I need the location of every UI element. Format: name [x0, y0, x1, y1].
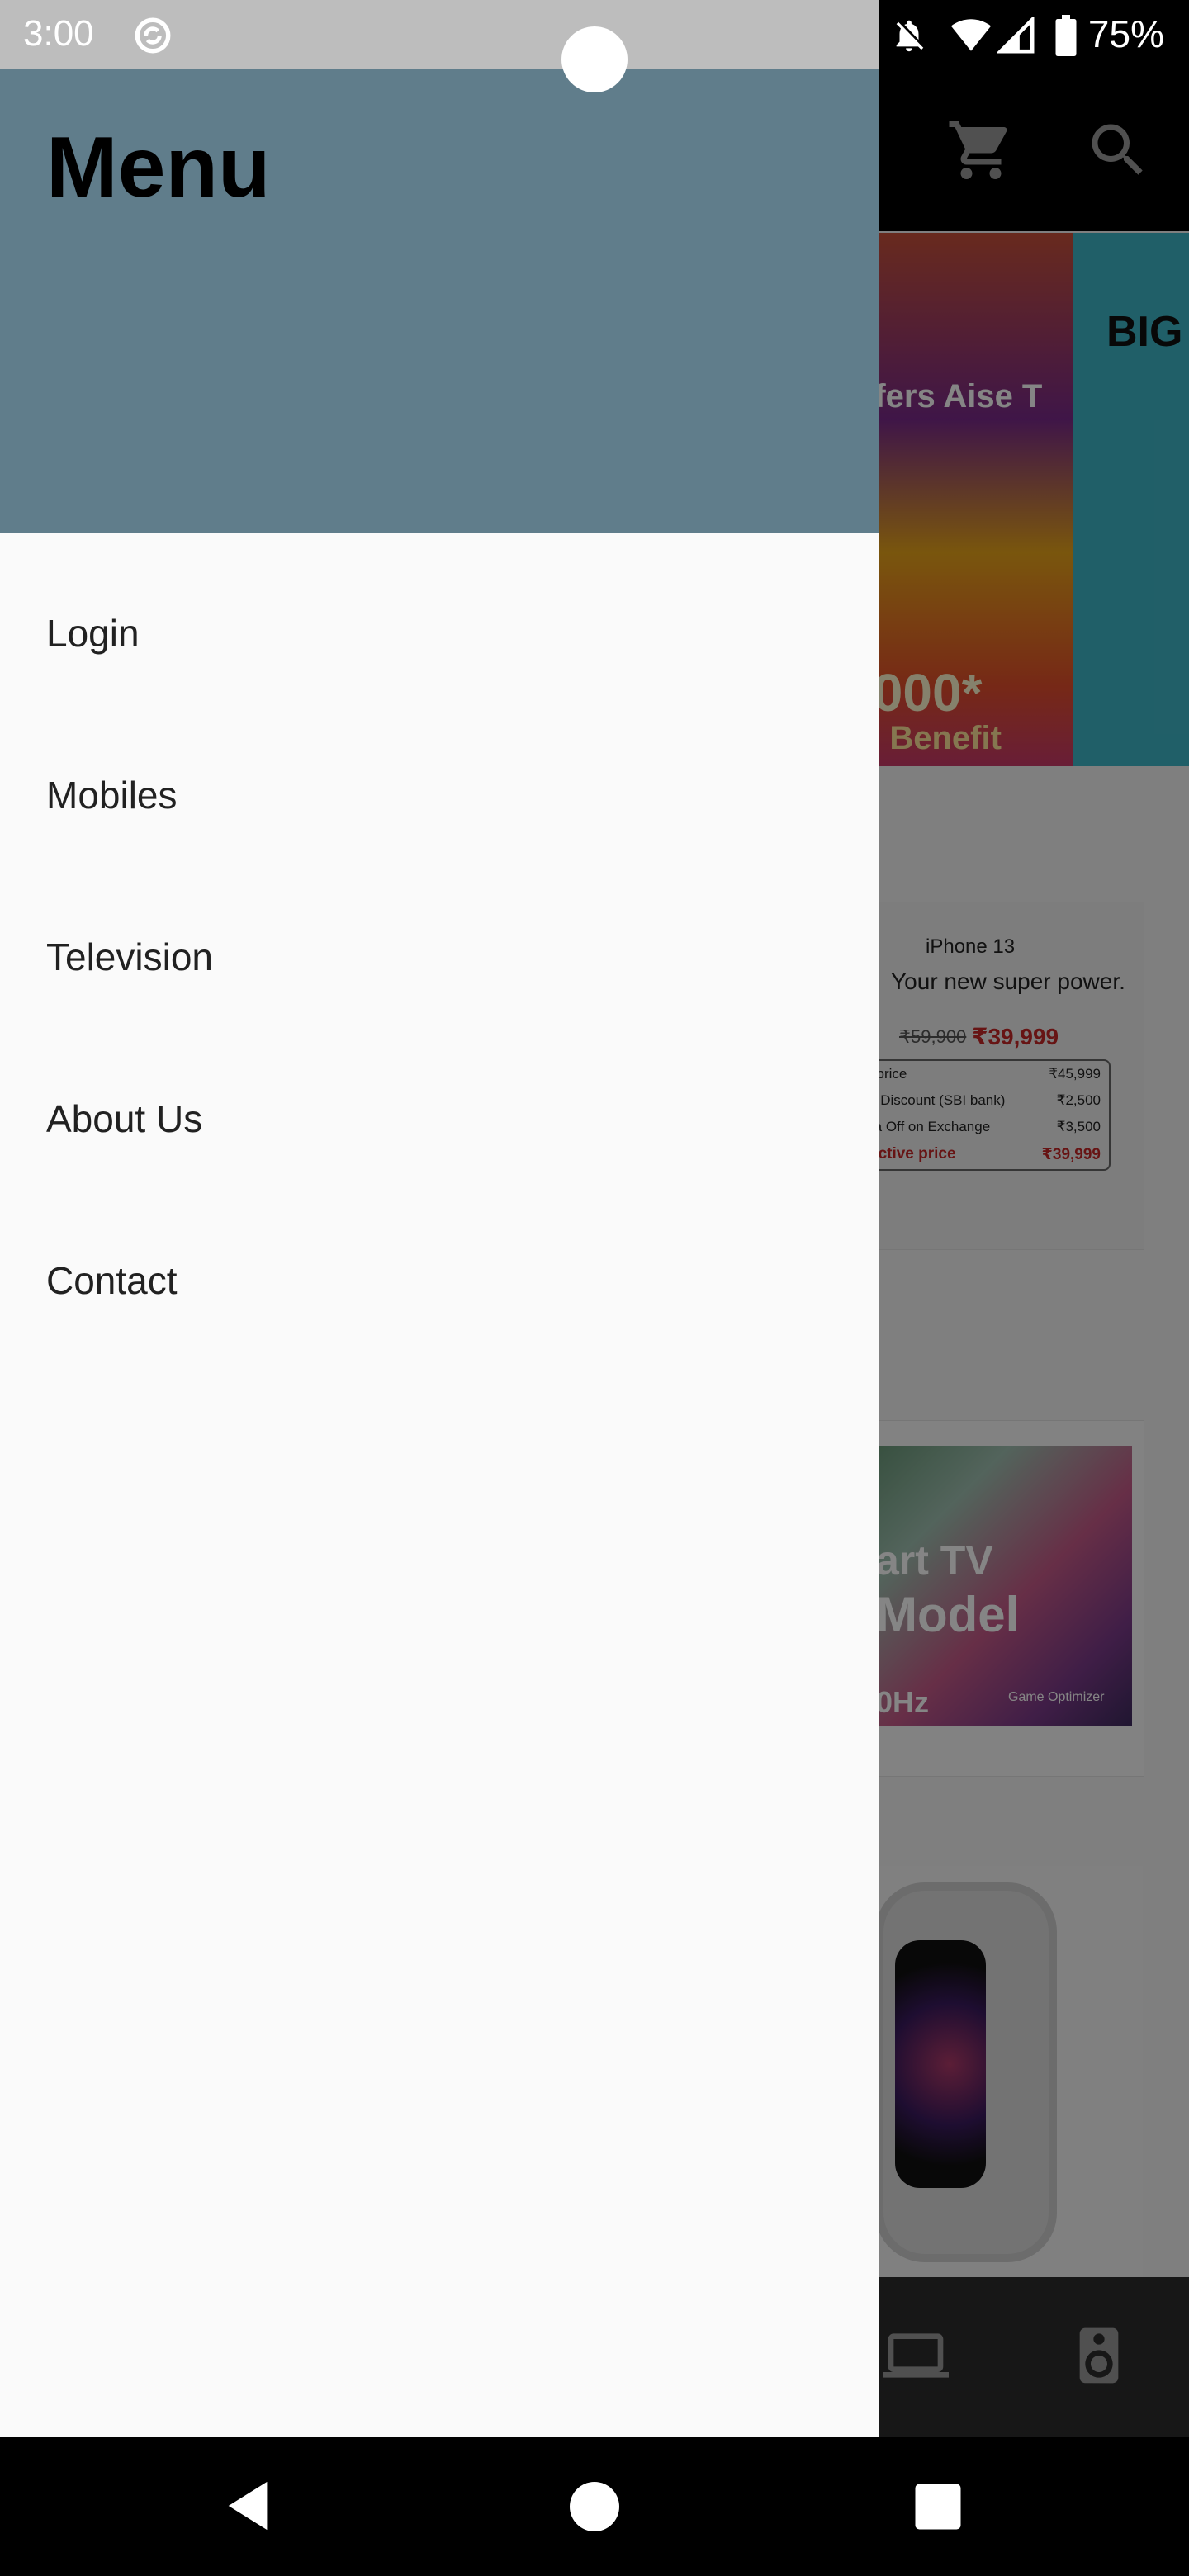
- status-bar: 3:00: [0, 0, 879, 69]
- notifications-off-icon: [896, 20, 924, 52]
- drawer-item-login[interactable]: Login: [0, 560, 879, 722]
- battery-percent: 75%: [1087, 12, 1164, 55]
- drawer-item-contact[interactable]: Contact: [0, 1207, 879, 1369]
- status-bar-right: 75%: [879, 0, 1189, 69]
- home-icon[interactable]: [565, 2477, 624, 2536]
- drawer-header: Menu: [0, 69, 879, 533]
- system-navigation-bar: [0, 2437, 1189, 2576]
- drawer-item-label: About Us: [46, 1097, 203, 1140]
- back-icon[interactable]: [221, 2477, 279, 2535]
- drawer-item-label: Contact: [46, 1259, 178, 1302]
- navigation-drawer: Menu Login Mobiles Television About Us C…: [0, 69, 879, 2437]
- drawer-item-label: Login: [46, 612, 140, 655]
- touch-indicator: [561, 26, 628, 92]
- drawer-item-label: Mobiles: [46, 774, 178, 817]
- drawer-item-television[interactable]: Television: [0, 883, 879, 1045]
- recents-icon[interactable]: [913, 2482, 963, 2531]
- drawer-item-mobiles[interactable]: Mobiles: [0, 722, 879, 883]
- wifi-icon: [950, 19, 992, 51]
- drawer-item-label: Television: [46, 935, 213, 978]
- drawer-title: Menu: [46, 120, 271, 215]
- cellular-signal-icon: [997, 17, 1035, 54]
- battery-icon: [1055, 15, 1077, 56]
- sync-icon: [135, 17, 171, 54]
- drawer-item-about-us[interactable]: About Us: [0, 1045, 879, 1207]
- status-time: 3:00: [23, 13, 94, 54]
